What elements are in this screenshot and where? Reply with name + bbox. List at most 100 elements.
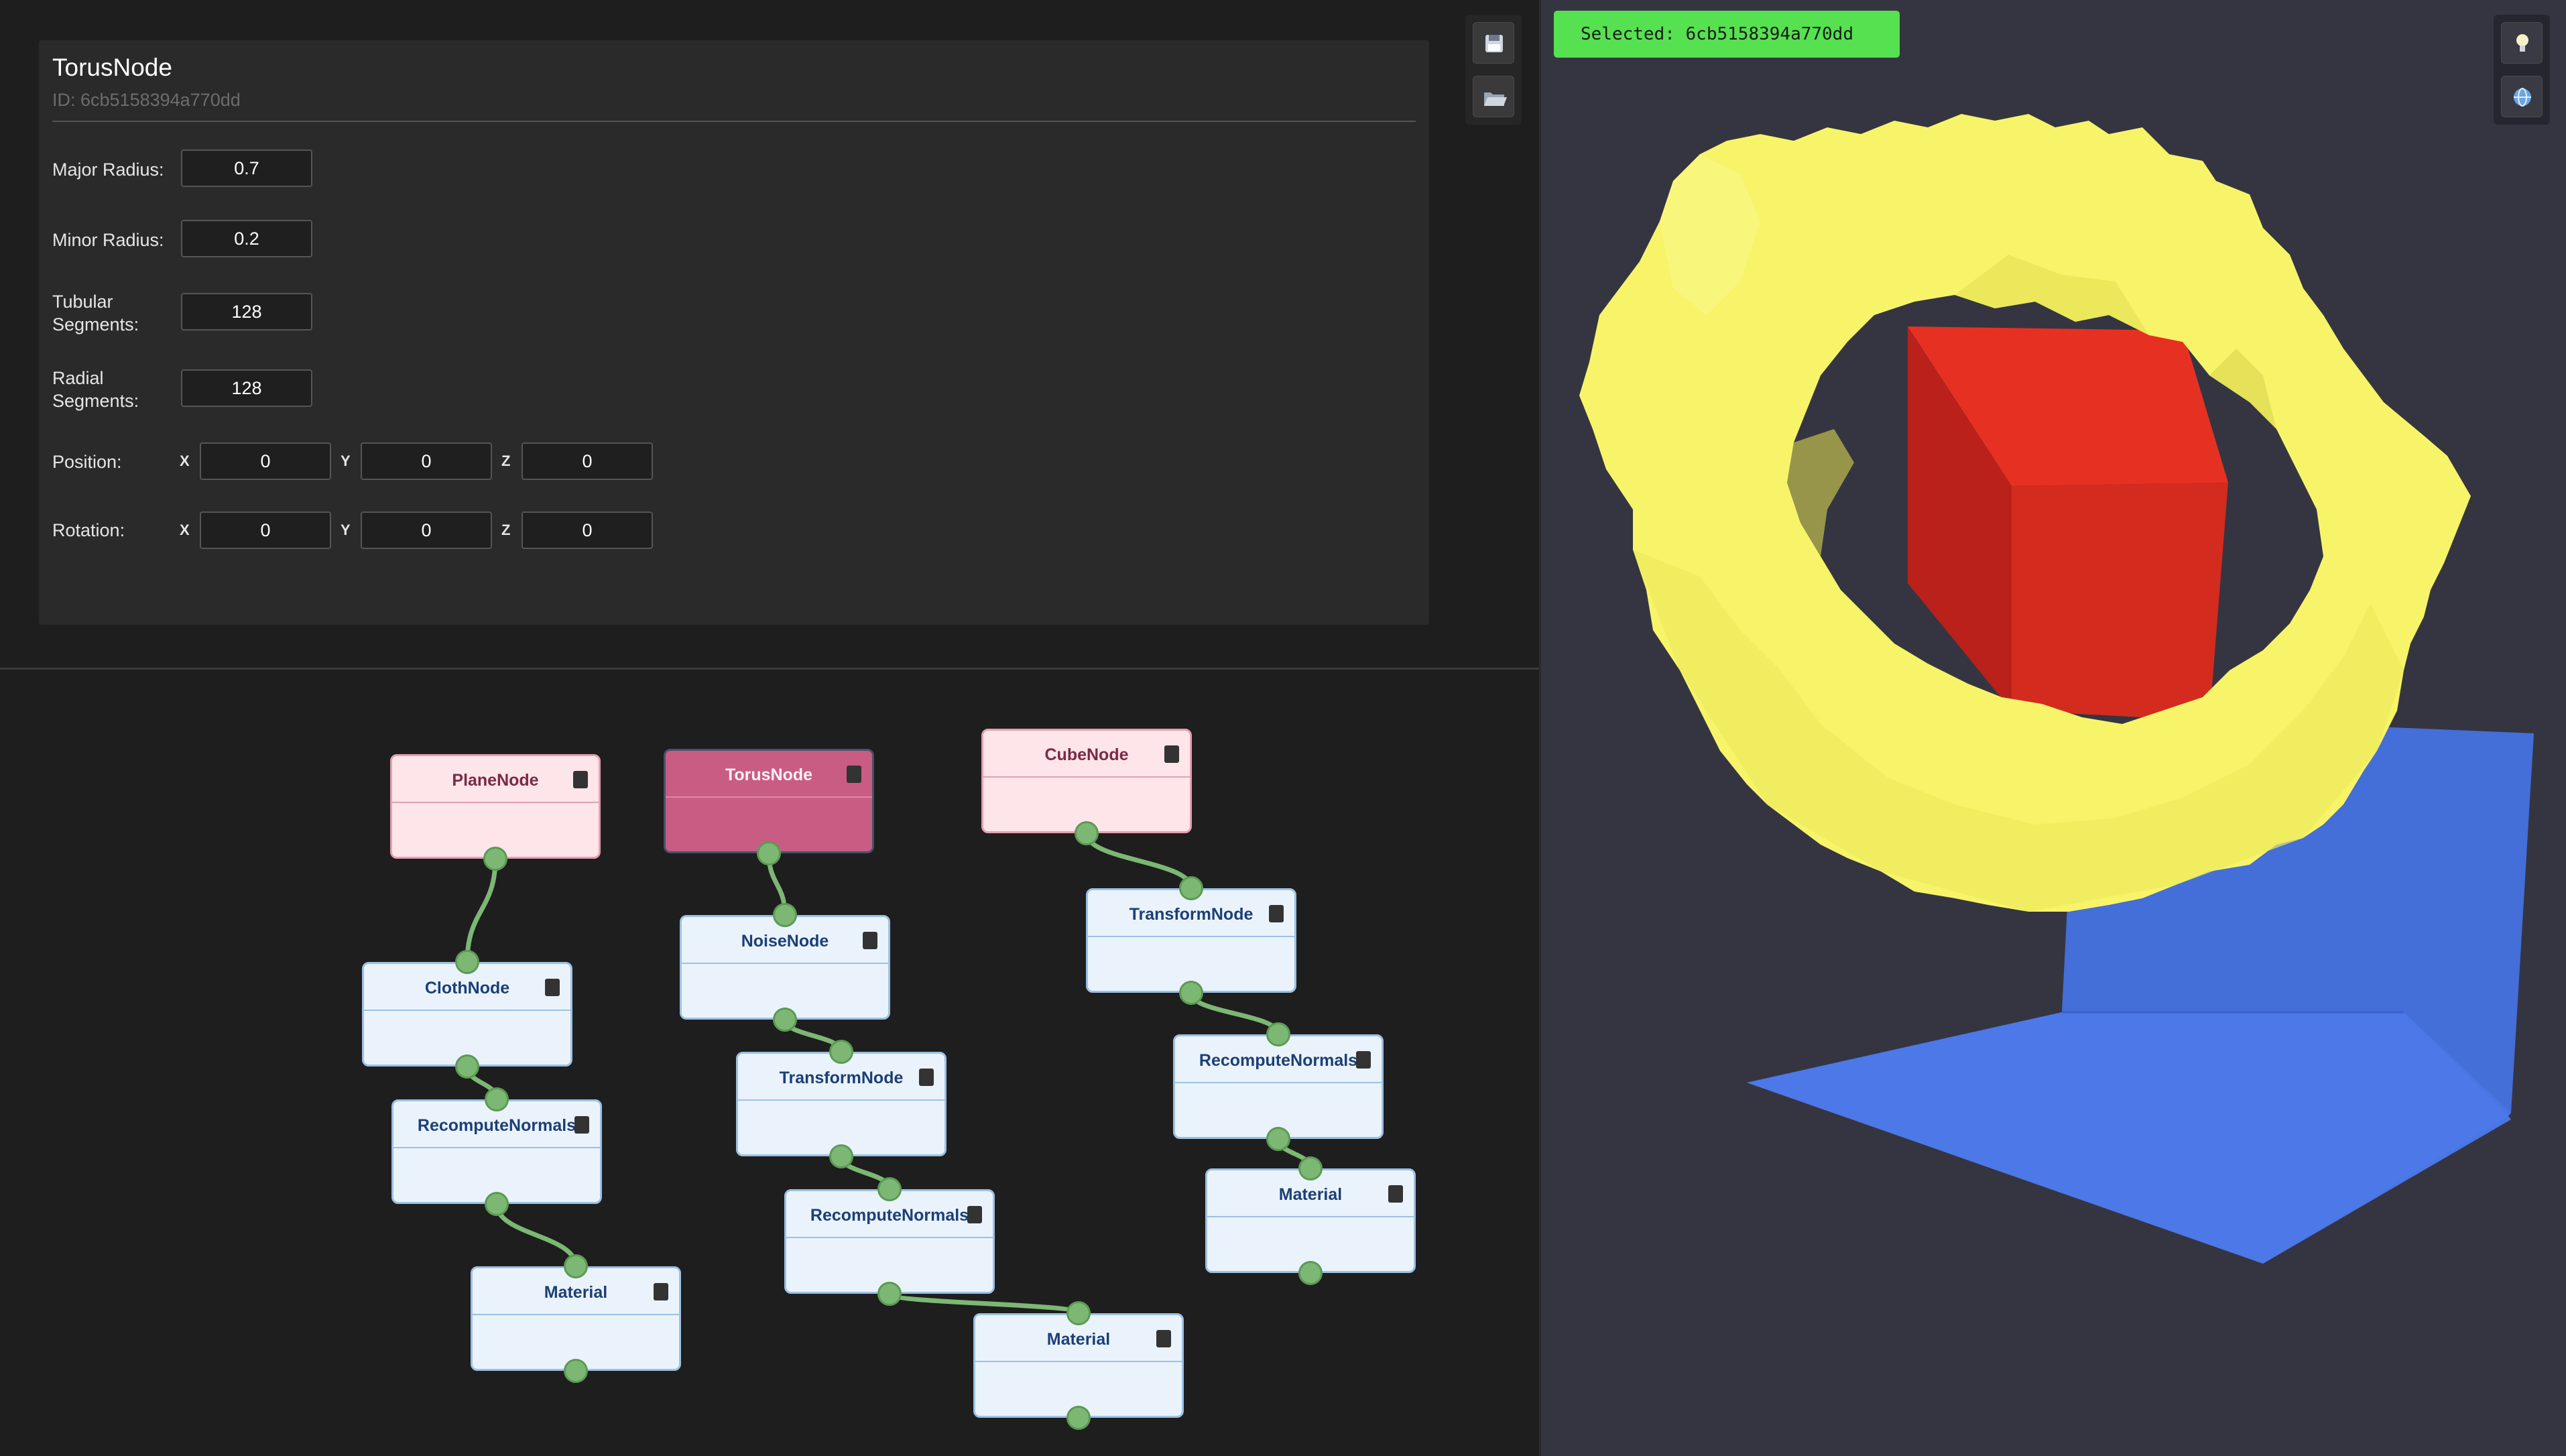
properties-panel: TorusNode ID: 6cb5158394a770dd Major Rad… — [39, 40, 1429, 625]
save-button[interactable] — [1473, 22, 1514, 64]
node-title: PlaneNode — [452, 771, 539, 790]
node-title: TorusNode — [52, 54, 172, 81]
input-port[interactable] — [455, 950, 479, 974]
output-port[interactable] — [485, 1192, 509, 1216]
output-port[interactable] — [1266, 1127, 1290, 1151]
3d-viewport[interactable] — [1539, 0, 2566, 1456]
output-port[interactable] — [455, 1054, 479, 1079]
node-toggle-checkbox[interactable] — [863, 932, 877, 949]
lightbulb-icon — [2516, 34, 2528, 52]
node-title: ClothNode — [424, 979, 510, 997]
graph-node-rn3[interactable]: RecomputeNormals — [1173, 1034, 1384, 1139]
output-port[interactable] — [877, 1282, 902, 1306]
node-toggle-checkbox[interactable] — [545, 979, 560, 996]
output-port[interactable] — [757, 841, 781, 865]
rotation-label: Rotation: — [52, 520, 125, 540]
node-toggle-checkbox[interactable] — [1356, 1051, 1371, 1069]
graph-node-rn2[interactable]: RecomputeNormals — [784, 1189, 995, 1294]
input-port[interactable] — [829, 1040, 853, 1064]
viewport-edge — [1539, 0, 1541, 1456]
node-toggle-checkbox[interactable] — [574, 1116, 589, 1134]
rotation-x-input[interactable]: 0 — [200, 511, 331, 549]
major-radius-label: Major Radius: — [52, 160, 164, 180]
graph-node-torus[interactable]: TorusNode — [664, 749, 874, 853]
position-x-input[interactable]: 0 — [200, 442, 331, 480]
environment-toggle-button[interactable] — [2501, 76, 2543, 117]
node-title: TransformNode — [779, 1069, 904, 1087]
rotation-z-label: Z — [501, 522, 511, 538]
output-port[interactable] — [1179, 981, 1203, 1005]
save-icon — [1485, 35, 1503, 52]
rotation-y-label: Y — [341, 522, 351, 538]
node-toggle-checkbox[interactable] — [573, 771, 588, 788]
lighting-toggle-button[interactable] — [2501, 22, 2543, 64]
node-toggle-checkbox[interactable] — [654, 1283, 668, 1300]
output-port[interactable] — [1066, 1406, 1091, 1430]
graph-wire — [1188, 992, 1281, 1035]
file-toolbar — [1465, 15, 1522, 125]
position-z-input[interactable]: 0 — [522, 442, 653, 480]
graph-node-mat3[interactable]: Material — [1205, 1168, 1416, 1273]
node-title: RecomputeNormals — [810, 1206, 969, 1225]
node-toggle-checkbox[interactable] — [967, 1206, 982, 1223]
node-toggle-checkbox[interactable] — [847, 766, 861, 783]
graph-node-tr2[interactable]: TransformNode — [1086, 888, 1296, 993]
node-title: RecomputeNormals — [1199, 1051, 1358, 1070]
output-port[interactable] — [773, 1008, 797, 1032]
rotation-y-input[interactable]: 0 — [361, 511, 492, 549]
properties-divider — [52, 121, 1416, 122]
app-root: TorusNode ID: 6cb5158394a770dd Major Rad… — [0, 0, 2566, 1456]
input-port[interactable] — [1179, 876, 1203, 900]
node-toggle-checkbox[interactable] — [1164, 745, 1179, 763]
node-graph[interactable]: PlaneNode ClothNode RecomputeNormals Materi… — [0, 670, 1539, 1456]
node-title: TransformNode — [1129, 905, 1254, 924]
node-toggle-checkbox[interactable] — [1269, 905, 1284, 922]
graph-node-tr1[interactable]: TransformNode — [736, 1052, 946, 1156]
graph-node-cube[interactable]: CubeNode — [981, 729, 1192, 833]
input-port[interactable] — [877, 1177, 902, 1201]
input-port[interactable] — [773, 903, 797, 927]
graph-node-plane[interactable]: PlaneNode — [390, 754, 601, 859]
output-port[interactable] — [564, 1359, 588, 1383]
node-toggle-checkbox[interactable] — [1388, 1185, 1403, 1203]
editor-left-pane: TorusNode ID: 6cb5158394a770dd Major Rad… — [0, 0, 1539, 1456]
position-x-label: X — [180, 452, 190, 469]
rotation-z-input[interactable]: 0 — [522, 511, 653, 549]
input-port[interactable] — [1298, 1156, 1323, 1180]
node-toggle-checkbox[interactable] — [1156, 1330, 1171, 1347]
node-toggle-checkbox[interactable] — [919, 1069, 934, 1086]
radial-segments-input[interactable]: 128 — [181, 369, 312, 407]
graph-node-cloth[interactable]: ClothNode — [362, 962, 572, 1067]
graph-node-mat1[interactable]: Material — [471, 1266, 681, 1371]
globe-icon — [2514, 88, 2531, 107]
input-port[interactable] — [1066, 1301, 1091, 1325]
folder-open-icon — [1484, 93, 1507, 106]
output-port[interactable] — [829, 1144, 853, 1168]
position-y-input[interactable]: 0 — [361, 442, 492, 480]
output-port[interactable] — [1298, 1261, 1323, 1285]
node-title: Material — [544, 1283, 608, 1302]
radial-segments-label: Radial Segments: — [52, 368, 139, 411]
output-port[interactable] — [483, 847, 507, 871]
input-port[interactable] — [485, 1087, 509, 1111]
graph-node-noise[interactable]: NoiseNode — [680, 915, 890, 1020]
input-port[interactable] — [564, 1254, 588, 1278]
tubular-segments-input[interactable]: 128 — [181, 293, 312, 330]
scene-render[interactable] — [1539, 0, 2566, 1456]
major-radius-input[interactable]: 0.7 — [181, 149, 312, 187]
output-port[interactable] — [1075, 821, 1099, 845]
node-title: CubeNode — [1044, 745, 1129, 764]
rotation-x-label: X — [180, 522, 190, 538]
minor-radius-input[interactable]: 0.2 — [181, 220, 312, 257]
open-button[interactable] — [1473, 76, 1514, 117]
node-title: NoiseNode — [741, 932, 829, 951]
graph-wire — [465, 858, 498, 963]
node-id: ID: 6cb5158394a770dd — [52, 90, 241, 110]
input-port[interactable] — [1266, 1022, 1290, 1046]
position-y-label: Y — [341, 452, 351, 469]
graph-node-rn1[interactable]: RecomputeNormals — [391, 1099, 602, 1204]
graph-node-mat2[interactable]: Material — [973, 1313, 1184, 1418]
graph-wire — [887, 1291, 1081, 1316]
position-label: Position: — [52, 452, 122, 472]
minor-radius-label: Minor Radius: — [52, 230, 164, 250]
